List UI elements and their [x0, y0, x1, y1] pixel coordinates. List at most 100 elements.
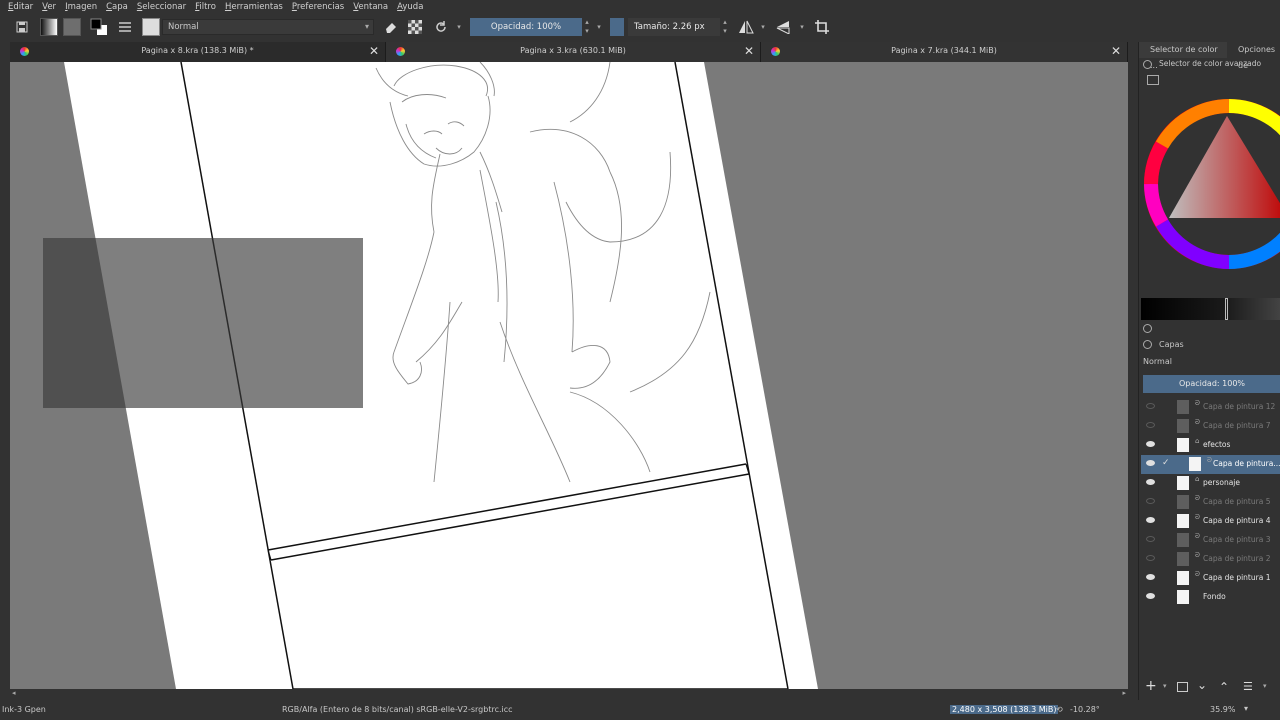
move-layer-up-icon[interactable]: ⌃ — [1219, 680, 1229, 694]
size-slider-fill[interactable] — [610, 18, 624, 36]
docker-float-icon-2[interactable] — [1143, 324, 1152, 333]
right-docker: Selector de color ... Opciones de Select… — [1138, 42, 1280, 700]
menu-filtro[interactable]: Filtro — [195, 2, 216, 12]
layer-row[interactable]: ⌂ personaje — [1141, 474, 1280, 493]
horizontal-scrollbar[interactable]: ◂ ▸ — [10, 689, 1128, 700]
layer-name: Capa de pintura 7 — [1203, 421, 1271, 430]
layer-row[interactable]: ᘐ Capa de pintura 2 — [1141, 550, 1280, 569]
visibility-eye-icon[interactable] — [1146, 498, 1155, 504]
zoom-dropdown-icon[interactable]: ▾ — [1244, 704, 1248, 713]
menu-imagen[interactable]: Imagen — [65, 2, 97, 12]
close-icon[interactable]: ✕ — [744, 44, 754, 58]
visibility-eye-icon[interactable] — [1146, 536, 1155, 542]
opacity-dropdown-icon[interactable]: ▾ — [594, 17, 604, 37]
layer-properties-icon[interactable]: ☰ — [1243, 680, 1253, 693]
layer-row[interactable]: ᘐ Capa de pintura 3 — [1141, 531, 1280, 550]
pattern-icon[interactable] — [61, 17, 83, 37]
close-icon[interactable]: ✕ — [1111, 44, 1121, 58]
brush-settings-icon[interactable] — [116, 17, 134, 37]
menu-editar[interactable]: Editar — [8, 2, 33, 12]
save-icon[interactable] — [14, 17, 30, 37]
layer-row[interactable]: ᘐ Capa de pintura 7 — [1141, 417, 1280, 436]
eraser-icon[interactable] — [382, 17, 400, 37]
alpha-lock-icon[interactable] — [406, 17, 424, 37]
layer-thumbnail — [1177, 419, 1189, 433]
layer-name: Capa de pintura... — [1213, 459, 1280, 468]
visibility-eye-icon[interactable] — [1146, 574, 1155, 580]
add-layer-dropdown-icon[interactable]: ▾ — [1163, 682, 1167, 690]
visibility-eye-icon[interactable] — [1146, 593, 1155, 599]
menu-preferencias[interactable]: Preferencias — [292, 2, 344, 12]
layer-row[interactable]: Fondo — [1141, 588, 1280, 607]
move-layer-down-icon[interactable]: ⌄ — [1197, 678, 1207, 692]
layer-row[interactable]: ⌂ efectos — [1141, 436, 1280, 455]
tab-tool-options[interactable]: Opciones de — [1227, 42, 1280, 70]
brush-preset-icon[interactable] — [140, 17, 162, 37]
mirror-v-dropdown-icon[interactable]: ▾ — [797, 17, 807, 37]
rotate-icon[interactable]: ⟲ — [1056, 705, 1063, 714]
mirror-h-dropdown-icon[interactable]: ▾ — [758, 17, 768, 37]
opacity-slider[interactable]: Opacidad: 100% — [470, 18, 582, 36]
visibility-eye-icon[interactable] — [1146, 517, 1155, 523]
layer-row[interactable]: ✓ ᘐ Capa de pintura... — [1141, 455, 1280, 474]
color-settings-icon[interactable] — [1147, 75, 1159, 85]
close-icon[interactable]: ✕ — [369, 44, 379, 58]
zoom-value: 35.9% — [1210, 705, 1236, 714]
add-layer-icon[interactable]: + — [1145, 678, 1157, 694]
layer-row[interactable]: ᘐ Capa de pintura 4 — [1141, 512, 1280, 531]
color-value-handle[interactable] — [1225, 298, 1228, 320]
layer-row[interactable]: ᘐ Capa de pintura 12 — [1141, 398, 1280, 417]
tab-pagina-8[interactable]: Pagina x 8.kra (138.3 MiB) * ✕ — [10, 42, 386, 62]
layer-opacity-slider[interactable]: Opacidad: 100% — [1143, 375, 1280, 393]
vertical-scrollbar[interactable] — [1128, 62, 1138, 689]
visibility-eye-icon[interactable] — [1146, 479, 1155, 485]
tab-color-selector[interactable]: Selector de color ... — [1139, 42, 1227, 70]
paint-layer-icon: ᘐ — [1195, 551, 1200, 559]
crop-icon[interactable] — [812, 17, 832, 37]
color-value-bar[interactable] — [1141, 298, 1280, 320]
scroll-right-icon[interactable]: ▸ — [1122, 689, 1126, 697]
mirror-vertical-icon[interactable] — [774, 17, 794, 37]
gradient-icon[interactable] — [38, 17, 60, 37]
reload-preset-icon[interactable] — [432, 17, 450, 37]
layer-row[interactable]: ᘐ Capa de pintura 5 — [1141, 493, 1280, 512]
blend-mode-select[interactable]: Normal — [162, 19, 374, 35]
duplicate-layer-icon[interactable] — [1177, 682, 1188, 692]
menu-ventana[interactable]: Ventana — [353, 2, 388, 12]
menu-seleccionar[interactable]: Seleccionar — [137, 2, 186, 12]
layer-blend-mode-select[interactable]: Normal — [1143, 357, 1172, 366]
docker-float-icon[interactable] — [1143, 60, 1152, 69]
visibility-eye-icon[interactable] — [1146, 441, 1155, 447]
layers-title: Capas — [1159, 340, 1184, 349]
tab-pagina-3[interactable]: Pagina x 3.kra (630.1 MiB) ✕ — [386, 42, 761, 62]
layer-name: Capa de pintura 3 — [1203, 535, 1271, 544]
size-slider[interactable]: Tamaño: 2.26 px — [628, 18, 720, 36]
layer-row[interactable]: ᘐ Capa de pintura 1 — [1141, 569, 1280, 588]
opacity-spin-icon[interactable]: ▴ ▾ — [582, 18, 592, 36]
layer-menu-dropdown-icon[interactable]: ▾ — [1263, 682, 1267, 690]
size-spin-icon[interactable]: ▴ ▾ — [720, 18, 730, 36]
mirror-horizontal-icon[interactable] — [736, 17, 756, 37]
layers-float-icon[interactable] — [1143, 340, 1152, 349]
rotation-value: -10.28° — [1070, 705, 1100, 714]
layer-thumbnail — [1177, 590, 1189, 604]
visibility-eye-icon[interactable] — [1146, 555, 1155, 561]
visibility-eye-icon[interactable] — [1146, 422, 1155, 428]
menu-capa[interactable]: Capa — [106, 2, 128, 12]
tab-pagina-7[interactable]: Pagina x 7.kra (344.1 MiB) ✕ — [761, 42, 1128, 62]
visibility-eye-icon[interactable] — [1146, 403, 1155, 409]
reload-dropdown-icon[interactable]: ▾ — [454, 17, 464, 37]
tab-label: Pagina x 8.kra (138.3 MiB) * — [141, 46, 254, 55]
paint-layer-icon: ᘐ — [1195, 494, 1200, 502]
scroll-left-icon[interactable]: ◂ — [12, 689, 16, 697]
left-edge-strip — [0, 42, 10, 700]
status-bar: Ink-3 Gpen RGB/Alfa (Entero de 8 bits/ca… — [0, 700, 1280, 720]
menu-ver[interactable]: Ver — [42, 2, 56, 12]
fg-bg-color-icon[interactable] — [88, 17, 110, 37]
canvas[interactable] — [10, 62, 1128, 689]
visibility-eye-icon[interactable] — [1146, 460, 1155, 466]
menu-ayuda[interactable]: Ayuda — [397, 2, 423, 12]
tab-label: Pagina x 7.kra (344.1 MiB) — [891, 46, 997, 55]
color-wheel[interactable] — [1141, 98, 1280, 270]
menu-herramientas[interactable]: Herramientas — [225, 2, 283, 12]
